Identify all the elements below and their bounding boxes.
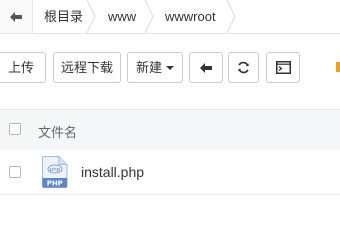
breadcrumb-separator-icon <box>86 0 96 33</box>
refresh-button[interactable] <box>228 52 259 83</box>
php-icon-label: PHP <box>47 180 63 188</box>
breadcrumb-item-root[interactable]: 根目录 <box>44 0 83 33</box>
upload-button[interactable]: 上传 <box>0 52 46 83</box>
toolbar-edge-fragment <box>336 62 340 72</box>
breadcrumb-separator-icon <box>144 0 154 33</box>
row-checkbox[interactable] <box>9 166 21 178</box>
file-name-link[interactable]: install.php <box>81 164 144 180</box>
php-icon-sublabel: php <box>50 167 61 173</box>
breadcrumb-item-www[interactable]: www <box>108 0 136 33</box>
new-button-label: 新建 <box>135 60 162 75</box>
refresh-icon <box>238 61 249 74</box>
back-button[interactable] <box>0 0 33 33</box>
caret-down-icon <box>166 65 174 70</box>
select-all-checkbox[interactable] <box>9 123 21 135</box>
column-header-filename[interactable]: 文件名 <box>38 122 77 141</box>
back-directory-button[interactable] <box>189 52 223 83</box>
remote-download-button[interactable]: 远程下载 <box>53 52 121 83</box>
table-header: 文件名 <box>0 109 340 151</box>
terminal-button[interactable] <box>266 52 300 83</box>
new-button[interactable]: 新建 <box>127 52 183 83</box>
breadcrumb-bar: 根目录 www wwwroot <box>0 0 340 34</box>
arrow-left-icon <box>200 62 212 73</box>
php-file-icon: php PHP <box>42 156 68 188</box>
breadcrumb-item-wwwroot[interactable]: wwwroot <box>165 0 216 33</box>
terminal-icon <box>275 61 291 74</box>
breadcrumb-separator-icon <box>226 0 236 33</box>
arrow-left-icon <box>10 11 22 22</box>
table-row[interactable]: php PHP install.php <box>0 150 340 195</box>
